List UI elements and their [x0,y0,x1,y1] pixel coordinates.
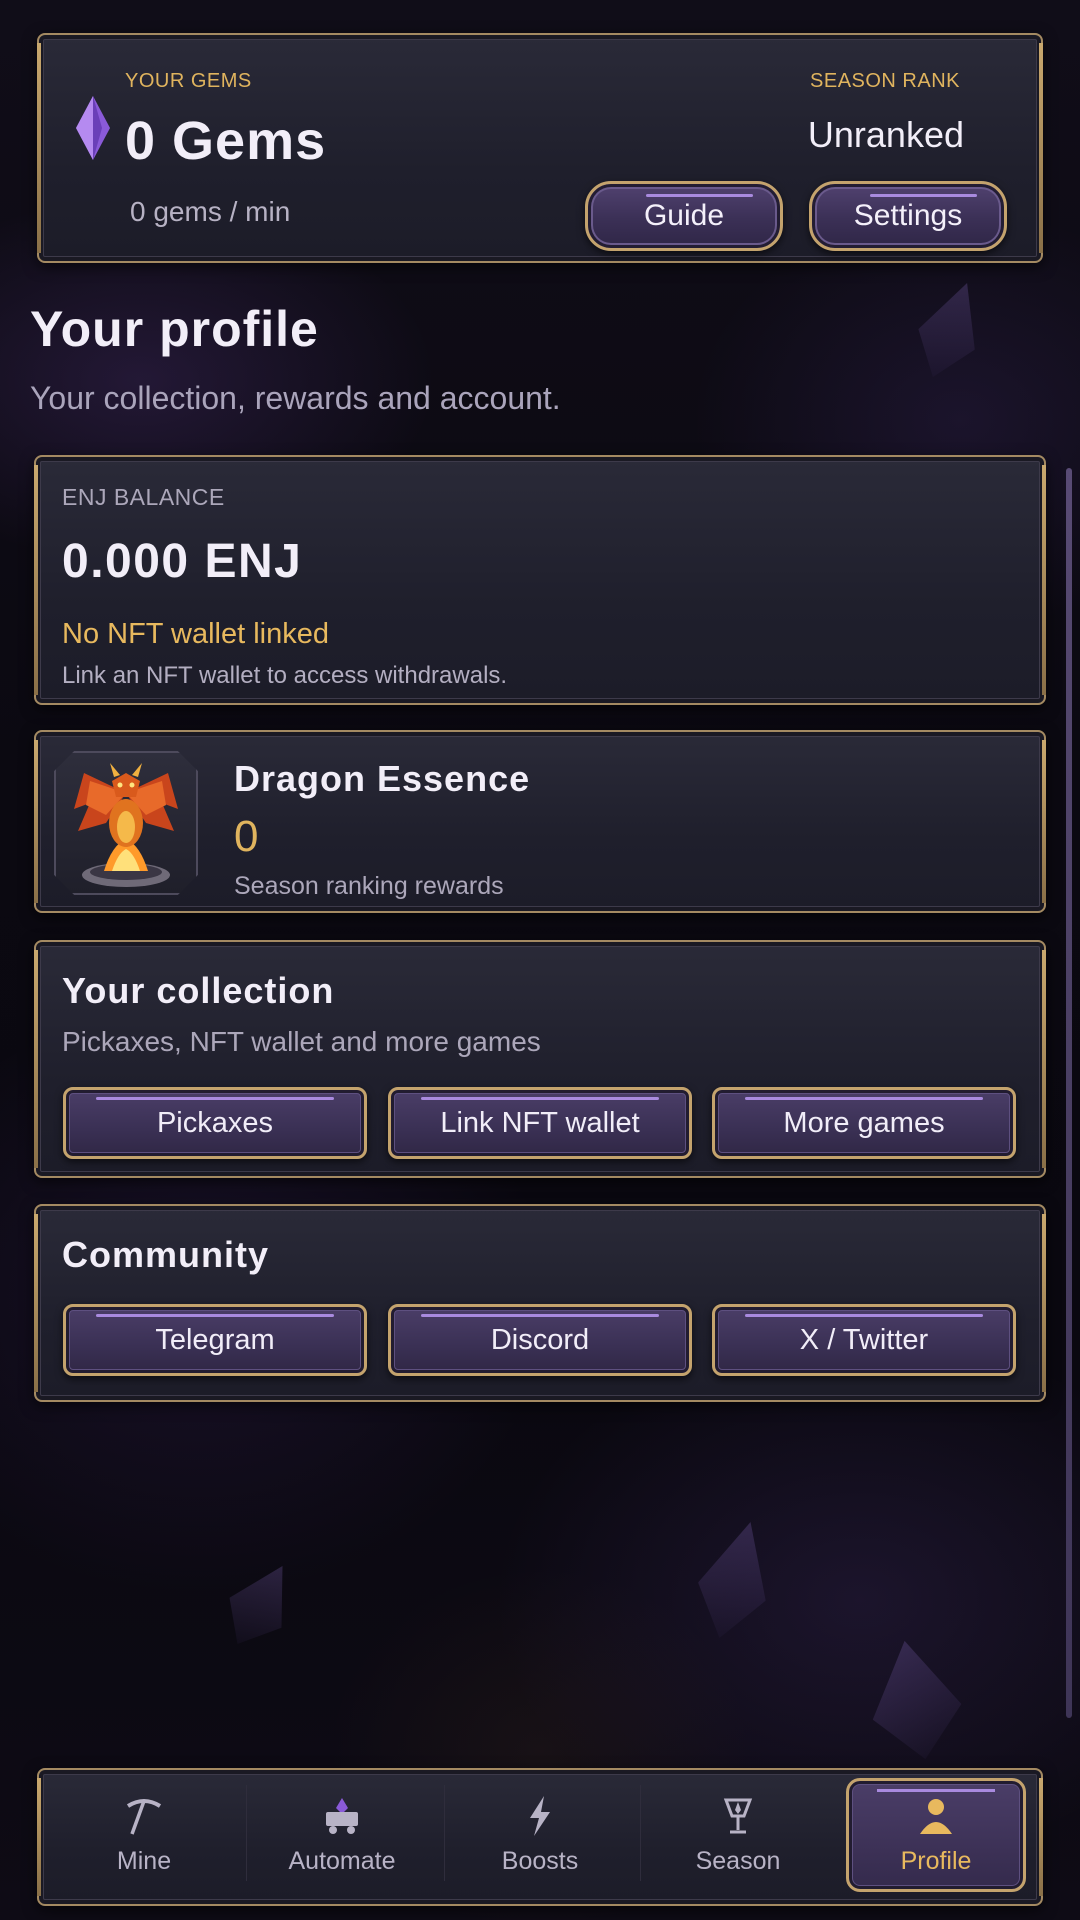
nav-divider [444,1785,445,1881]
link-nft-wallet-button[interactable]: Link NFT wallet [388,1087,692,1159]
enj-balance-value: 0.000 ENJ [62,535,303,588]
nav-item-mine[interactable]: Mine [54,1778,234,1888]
guide-button[interactable]: Guide [585,181,783,251]
wallet-warning: No NFT wallet linked [62,618,330,650]
scrollbar[interactable] [1066,468,1072,1718]
collection-title: Your collection [62,970,335,1011]
nav-label: Boosts [501,1847,579,1875]
nav-item-season[interactable]: Season [648,1778,828,1888]
discord-button[interactable]: Discord [388,1304,692,1376]
settings-button[interactable]: Settings [809,181,1007,251]
page-subtitle: Your collection, rewards and account. [30,380,561,416]
nav-divider [640,1785,641,1881]
person-icon [920,1799,952,1834]
trophy-icon [723,1798,753,1834]
more-games-button[interactable]: More games [712,1087,1016,1159]
pickaxe-icon [126,1799,162,1835]
dragon-essence-subtitle: Season ranking rewards [234,872,504,900]
nav-item-profile-content: Profile [846,1778,1026,1888]
nav-item-automate[interactable]: Automate [252,1778,432,1888]
page-title: Your profile [30,301,319,357]
nav-item-boosts[interactable]: Boosts [450,1778,630,1888]
nav-label: Profile [900,1847,972,1875]
purple-crystal-icon [76,96,110,160]
pickaxes-button[interactable]: Pickaxes [63,1087,367,1159]
nav-item-profile[interactable]: Profile [846,1778,1026,1892]
wallet-hint: Link an NFT wallet to access withdrawals… [62,662,508,689]
gems-value: 0 Gems [125,111,327,171]
enj-balance-label: ENJ BALANCE [62,484,225,510]
dragon-frame [54,751,198,895]
minecart-icon [326,1798,358,1834]
nav-label: Season [695,1847,781,1875]
gems-rate: 0 gems / min [130,196,291,227]
season-rank-value: Unranked [807,114,964,155]
background-crystal [905,273,996,387]
background-crystal [860,1633,969,1767]
community-title: Community [62,1234,269,1275]
background-crystal [212,1551,309,1659]
dragon-icon [74,763,178,887]
background-crystal [686,1513,785,1647]
dragon-essence-value: 0 [234,812,259,861]
nav-label: Automate [288,1847,396,1875]
telegram-button[interactable]: Telegram [63,1304,367,1376]
lightning-icon [530,1796,550,1836]
nav-label: Mine [116,1847,172,1875]
x-twitter-button[interactable]: X / Twitter [712,1304,1016,1376]
collection-subtitle: Pickaxes, NFT wallet and more games [62,1026,541,1057]
gems-label: YOUR GEMS [125,70,252,92]
dragon-essence-title: Dragon Essence [234,758,531,799]
nav-divider [246,1785,247,1881]
season-rank-label: SEASON RANK [810,70,960,92]
